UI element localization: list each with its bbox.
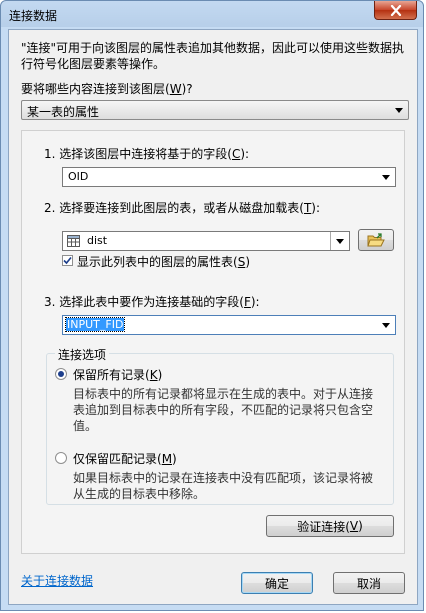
join-options-group: 连接选项 保留所有记录(K) 目标表中的所有记录都将显示在生成的表中。对于从连接… [46, 346, 394, 505]
browse-table-button[interactable] [358, 229, 394, 251]
step3-label: 3. 选择此表中要作为连接基础的字段(F): [44, 295, 260, 309]
chevron-down-icon [377, 316, 395, 334]
close-button[interactable] [374, 1, 417, 20]
join-table-value: dist [87, 234, 108, 247]
step1-label: 1. 选择该图层中连接将基于的字段(C): [44, 147, 250, 161]
title-bar[interactable]: 连接数据 [1, 1, 423, 29]
join-field-dropdown[interactable]: INPUT_FID [62, 315, 396, 335]
checkmark-icon [63, 256, 72, 265]
join-what-value: 某一表的属性 [27, 105, 100, 119]
join-settings-panel: 1. 选择该图层中连接将基于的字段(C): OID 2. 选择要连接到此图层的表… [21, 130, 405, 554]
window-title: 连接数据 [9, 9, 58, 23]
join-field-value: INPUT_FID [64, 317, 126, 332]
validate-join-button[interactable]: 验证连接(V) [266, 515, 394, 537]
table-icon [67, 235, 80, 250]
join-what-dropdown[interactable]: 某一表的属性 [21, 100, 409, 120]
keep-matching-records-radio[interactable] [55, 452, 67, 464]
keep-all-records-label: 保留所有记录(K) [73, 368, 163, 382]
step2-label: 2. 选择要连接到此图层的表，或者从磁盘加载表(T): [44, 201, 321, 215]
ok-button[interactable]: 确定 [241, 572, 313, 594]
join-table-dropdown[interactable]: dist [62, 231, 350, 251]
keep-matching-records-description: 如果目标表中的记录在连接表中没有匹配项，该记录将被从生成的目标表中移除。 [73, 471, 374, 501]
show-layer-tables-checkbox[interactable] [62, 255, 73, 266]
keep-matching-records-label: 仅保留匹配记录(M) [73, 452, 177, 466]
chevron-down-icon [330, 232, 349, 250]
join-options-legend: 连接选项 [55, 346, 110, 363]
open-folder-icon [367, 232, 385, 246]
chevron-down-icon [377, 168, 395, 186]
about-joining-data-link[interactable]: 关于连接数据 [21, 572, 93, 589]
dialog-body: "连接"可用于向该图层的属性表追加其他数据，因此可以使用这些数据执行符号化图层要… [8, 29, 418, 605]
keep-all-records-radio[interactable] [55, 368, 67, 380]
show-layer-tables-label: 显示此列表中的图层的属性表(S) [77, 255, 250, 269]
layer-field-dropdown[interactable]: OID [62, 167, 396, 187]
cancel-button[interactable]: 取消 [333, 572, 405, 594]
keep-all-records-description: 目标表中的所有记录都将显示在生成的表中。对于从连接表追加到目标表中的所有字段，不… [73, 387, 374, 433]
layer-field-value: OID [68, 170, 89, 183]
join-data-dialog: 连接数据 "连接"可用于向该图层的属性表追加其他数据，因此可以使用这些数据执行符… [0, 0, 424, 611]
chevron-down-icon [390, 101, 408, 119]
close-icon [390, 4, 401, 16]
join-what-label: 要将哪些内容连接到该图层(W)? [21, 82, 193, 96]
dialog-description: "连接"可用于向该图层的属性表追加其他数据，因此可以使用这些数据执行符号化图层要… [21, 41, 405, 71]
